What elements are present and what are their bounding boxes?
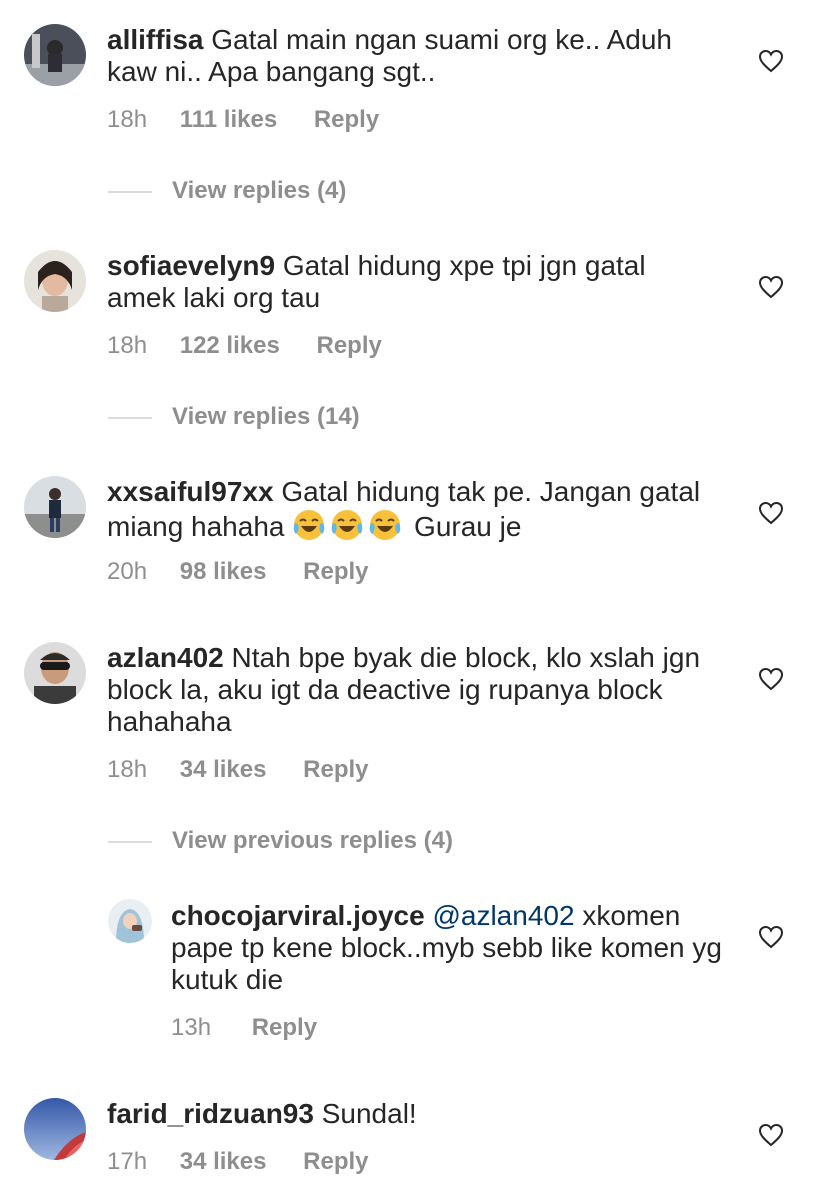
comment-likes[interactable]: 122 likes [180,332,280,360]
comment-username[interactable]: azlan402 [107,642,224,673]
comment-username[interactable]: alliffisa [107,24,203,55]
face-with-tears-of-joy-icon [293,510,325,540]
comment-body-suffix: Gurau je [414,511,522,542]
comment-meta: 13h Reply [171,1014,317,1042]
heart-outline-icon[interactable] [758,667,784,691]
comment-time: 20h [107,558,148,585]
avatar[interactable] [24,1098,86,1160]
comment-text: alliffisa Gatal main ngan suami org ke..… [107,24,707,88]
comment-meta: 20h 98 likes Reply [107,558,369,586]
avatar[interactable] [108,899,152,943]
divider-line [108,840,152,843]
reply-button[interactable]: Reply [303,1148,368,1176]
comment-time: 13h [171,1014,212,1041]
comment-likes[interactable]: 34 likes [180,1148,267,1176]
avatar[interactable] [24,250,86,312]
face-with-tears-of-joy-icon [331,510,363,540]
view-replies-button[interactable]: View replies (14) [108,403,360,431]
avatar[interactable] [24,642,86,704]
reply-button[interactable]: Reply [303,558,368,586]
view-replies-label[interactable]: View replies (14) [172,403,360,430]
heart-outline-icon[interactable] [758,925,784,949]
face-with-tears-of-joy-icon [369,510,401,540]
heart-outline-icon[interactable] [758,275,784,299]
comment-username[interactable]: sofiaevelyn9 [107,250,275,281]
comment-text: xxsaiful97xx Gatal hidung tak pe. Jangan… [107,476,727,543]
divider-line [108,190,152,193]
comment-likes[interactable]: 34 likes [180,756,267,784]
comment-likes[interactable]: 111 likes [180,106,277,134]
heart-outline-icon[interactable] [758,49,784,73]
heart-outline-icon[interactable] [758,1123,784,1147]
comment-meta: 18h 111 likes Reply [107,106,379,134]
comment-username[interactable]: farid_ridzuan93 [107,1098,314,1129]
avatar[interactable] [24,24,86,86]
comment-text: sofiaevelyn9 Gatal hidung xpe tpi jgn ga… [107,250,707,314]
comment-likes[interactable]: 98 likes [180,558,267,586]
reply-button[interactable]: Reply [252,1014,317,1042]
comment-username[interactable]: xxsaiful97xx [107,476,274,507]
avatar[interactable] [24,476,86,538]
comment-meta: 18h 122 likes Reply [107,332,382,360]
view-previous-replies-label[interactable]: View previous replies (4) [172,827,453,854]
reply-button[interactable]: Reply [314,106,379,134]
comment-time: 18h [107,332,148,359]
heart-outline-icon[interactable] [758,501,784,525]
comment-time: 17h [107,1148,148,1175]
view-replies-button[interactable]: View replies (4) [108,177,346,205]
view-replies-label[interactable]: View replies (4) [172,177,346,204]
view-previous-replies-button[interactable]: View previous replies (4) [108,827,453,855]
comment-text: farid_ridzuan93 Sundal! [107,1098,707,1130]
comment-text: azlan402 Ntah bpe byak die block, klo xs… [107,642,707,738]
comment-meta: 18h 34 likes Reply [107,756,369,784]
comment-text: chocojarviral.joyce @azlan402 xkomen pap… [171,900,726,996]
comment-time: 18h [107,106,148,133]
comment-meta: 17h 34 likes Reply [107,1148,369,1176]
comment-time: 18h [107,756,148,783]
reply-button[interactable]: Reply [303,756,368,784]
mention-link[interactable]: @azlan402 [432,900,574,931]
divider-line [108,416,152,419]
comment-body: Sundal! [321,1098,417,1129]
reply-button[interactable]: Reply [316,332,381,360]
comment-username[interactable]: chocojarviral.joyce [171,900,425,931]
